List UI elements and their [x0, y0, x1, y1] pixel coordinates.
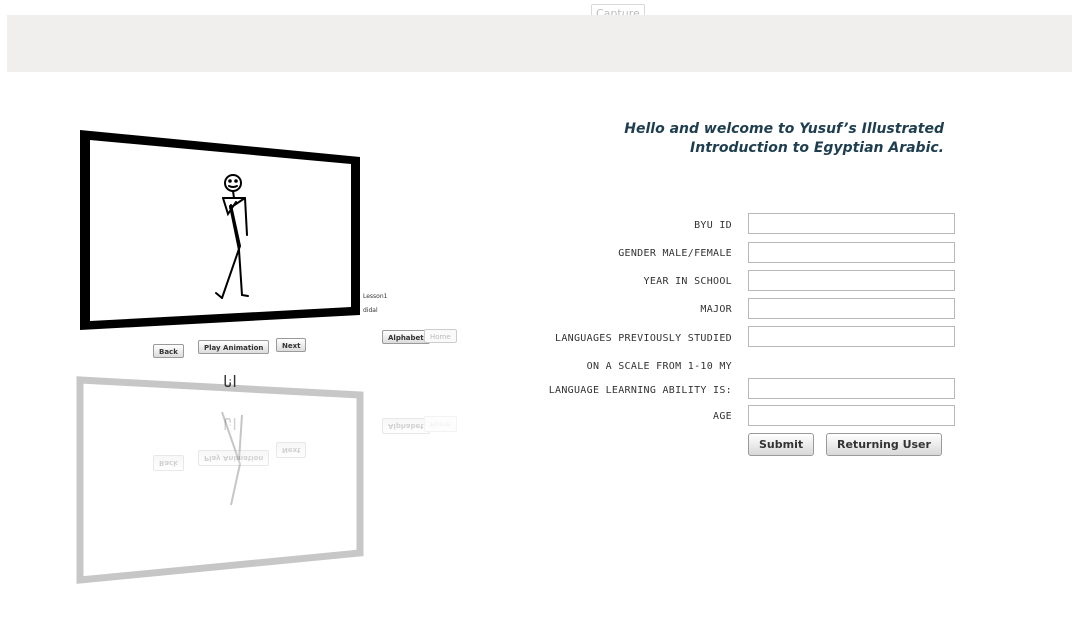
- top-bar: [7, 15, 1072, 72]
- back-button[interactable]: Back: [153, 344, 184, 358]
- returning-user-button[interactable]: Returning User: [826, 433, 942, 456]
- welcome-heading: Hello and welcome to Yusuf’s Illustrated…: [544, 120, 944, 158]
- year-in-school-label: YEAR IN SCHOOL: [643, 276, 732, 287]
- ability-scale-input[interactable]: [748, 378, 955, 399]
- next-button-reflection: Next: [276, 442, 307, 458]
- age-input[interactable]: [748, 405, 955, 426]
- arabic-word: انا: [223, 372, 237, 391]
- play-animation-reflection: Play Animation: [198, 450, 270, 466]
- frame-reflection: [76, 376, 364, 584]
- ability-scale-label-line-1: ON A SCALE FROM 1-10 MY: [586, 361, 732, 372]
- welcome-line-1: Hello and welcome to Yusuf’s Illustrated: [624, 121, 944, 137]
- byu-id-input[interactable]: [748, 213, 955, 234]
- home-button[interactable]: Home: [424, 329, 457, 343]
- animation-stage: Lesson1 didal Back Play Animation Next A…: [60, 110, 480, 610]
- home-button-reflection: Home: [424, 416, 457, 432]
- frame-screen: [90, 140, 351, 321]
- welcome-line-2: Introduction to Egyptian Arabic.: [690, 140, 944, 156]
- alphabet-button-reflection: Alphabet: [382, 418, 430, 434]
- year-in-school-input[interactable]: [748, 270, 955, 291]
- languages-studied-label: LANGUAGES PREVIOUSLY STUDIED: [555, 333, 732, 344]
- gender-label: GENDER MALE/FEMALE: [618, 248, 732, 259]
- next-button[interactable]: Next: [276, 338, 307, 352]
- arabic-word-reflection: انا: [223, 414, 237, 433]
- alphabet-button[interactable]: Alphabet: [382, 330, 430, 344]
- submit-button[interactable]: Submit: [748, 433, 815, 456]
- age-label: AGE: [713, 411, 732, 422]
- back-button-reflection: Back: [153, 455, 184, 471]
- major-label: MAJOR: [700, 304, 732, 315]
- gender-input[interactable]: [748, 242, 955, 263]
- languages-studied-input[interactable]: [748, 326, 955, 347]
- byu-id-label: BYU ID: [694, 220, 732, 231]
- lesson-label: Lesson1: [363, 293, 388, 300]
- lesson-sub-label: didal: [363, 307, 378, 314]
- animation-canvas: [76, 130, 364, 584]
- major-input[interactable]: [748, 298, 955, 319]
- ability-scale-label-line-2: LANGUAGE LEARNING ABILITY IS:: [548, 385, 732, 396]
- play-animation-button[interactable]: Play Animation: [198, 340, 270, 354]
